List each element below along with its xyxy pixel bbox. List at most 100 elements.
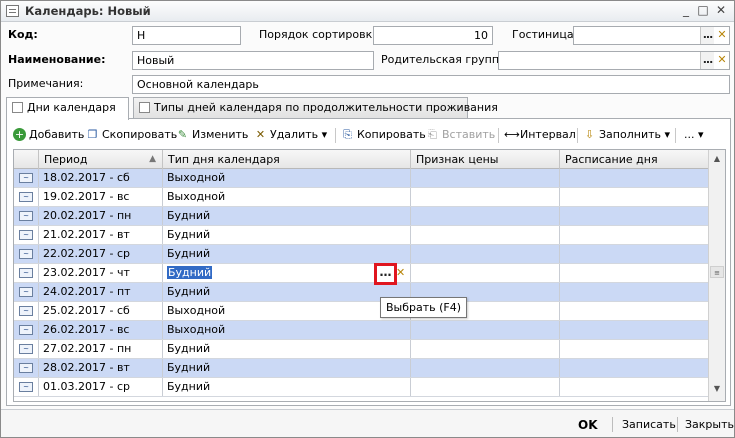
price-flag-cell[interactable] — [411, 378, 560, 396]
period-cell[interactable]: 28.02.2017 - вт — [39, 359, 163, 377]
table-row[interactable]: ~20.02.2017 - пн Будний — [14, 207, 709, 226]
delete-button[interactable]: ✕ Удалить ▾ — [253, 125, 327, 145]
hotel-clear-icon[interactable]: ✕ — [715, 27, 729, 44]
day-type-cell[interactable]: Будний — [163, 207, 411, 225]
tab-day-types[interactable]: Типы дней календаря по продолжительности… — [133, 97, 498, 119]
table-row[interactable]: ~19.02.2017 - вс Выходной — [14, 188, 709, 207]
header-day-schedule[interactable]: Расписание дня — [560, 150, 709, 169]
parent-group-select-button[interactable]: ... — [700, 52, 714, 69]
add-button[interactable]: + Добавить — [12, 125, 84, 145]
scroll-down-icon[interactable]: ▼ — [709, 381, 725, 397]
period-cell[interactable]: 21.02.2017 - вт — [39, 226, 163, 244]
day-schedule-cell[interactable] — [560, 302, 709, 320]
header-period[interactable]: Период ▲ — [39, 150, 163, 169]
day-schedule-cell[interactable] — [560, 207, 709, 225]
table-row[interactable]: ~26.02.2017 - вс Выходной — [14, 321, 709, 340]
table-row[interactable]: ~25.02.2017 - сб Выходной — [14, 302, 709, 321]
day-schedule-cell[interactable] — [560, 264, 709, 282]
fill-button[interactable]: ⇩ Заполнить ▾ — [582, 125, 670, 145]
day-type-cell[interactable]: Выходной — [163, 169, 411, 187]
calendar-days-panel: + Добавить ❐ Скопировать ✎ Изменить ✕ Удалит… — [6, 118, 731, 406]
table-row[interactable]: ~22.02.2017 - ср Будний — [14, 245, 709, 264]
notes-field[interactable]: Основной календарь — [132, 75, 730, 94]
table-row[interactable]: ~23.02.2017 - чт Будний — [14, 264, 709, 283]
day-schedule-cell[interactable] — [560, 340, 709, 358]
day-schedule-cell[interactable] — [560, 321, 709, 339]
day-schedule-cell[interactable] — [560, 359, 709, 377]
period-cell[interactable]: 18.02.2017 - сб — [39, 169, 163, 187]
row-icon-cell: ~ — [14, 188, 39, 206]
price-flag-cell[interactable] — [411, 169, 560, 187]
copy-button[interactable]: ⎘ Копировать — [340, 125, 426, 145]
price-flag-cell[interactable] — [411, 245, 560, 263]
clear-value-icon[interactable]: ✕ — [396, 265, 408, 281]
parent-group-field[interactable]: ... ✕ — [498, 51, 730, 70]
day-type-cell[interactable]: Выходной — [163, 188, 411, 206]
clipboard-copy-icon: ⎘ — [343, 128, 352, 141]
table-row[interactable]: ~01.03.2017 - ср Будний — [14, 378, 709, 397]
header-price-flag[interactable]: Признак цены — [411, 150, 560, 169]
price-flag-cell[interactable] — [411, 321, 560, 339]
period-cell[interactable]: 24.02.2017 - пт — [39, 283, 163, 301]
header-day-type[interactable]: Тип дня календаря — [163, 150, 411, 169]
paste-button[interactable]: ⎗ Вставить — [425, 125, 495, 145]
day-schedule-cell[interactable] — [560, 245, 709, 263]
maximize-button[interactable]: □ — [695, 3, 711, 19]
period-cell[interactable]: 20.02.2017 - пн — [39, 207, 163, 225]
sort-order-field[interactable]: 10 — [373, 26, 493, 45]
scroll-thumb-icon[interactable]: ≡ — [710, 266, 724, 278]
period-cell[interactable]: 27.02.2017 - пн — [39, 340, 163, 358]
day-type-cell[interactable]: Будний — [163, 283, 411, 301]
day-schedule-cell[interactable] — [560, 169, 709, 187]
day-type-cell[interactable]: Выходной — [163, 302, 411, 320]
day-schedule-cell[interactable] — [560, 226, 709, 244]
parent-group-clear-icon[interactable]: ✕ — [715, 52, 729, 69]
period-cell[interactable]: 23.02.2017 - чт — [39, 264, 163, 282]
period-cell[interactable]: 22.02.2017 - ср — [39, 245, 163, 263]
price-flag-cell[interactable] — [411, 264, 560, 282]
close-button[interactable]: Закрыть — [685, 416, 734, 434]
day-type-cell[interactable]: Будний — [163, 245, 411, 263]
close-window-button[interactable]: ✕ — [713, 3, 729, 19]
day-schedule-cell[interactable] — [560, 188, 709, 206]
price-flag-cell[interactable] — [411, 226, 560, 244]
period-cell[interactable]: 01.03.2017 - ср — [39, 378, 163, 396]
table-row[interactable]: ~24.02.2017 - пт Будний — [14, 283, 709, 302]
period-cell[interactable]: 25.02.2017 - сб — [39, 302, 163, 320]
period-cell[interactable]: 19.02.2017 - вс — [39, 188, 163, 206]
price-flag-cell[interactable] — [411, 340, 560, 358]
day-type-cell[interactable]: Будний — [163, 226, 411, 244]
edit-button[interactable]: ✎ Изменить — [175, 125, 248, 145]
day-type-cell[interactable]: Будний — [163, 359, 411, 377]
tab-calendar-days[interactable]: Дни календаря — [6, 97, 129, 120]
hotel-field[interactable]: ... ✕ — [573, 26, 730, 45]
vertical-scrollbar[interactable]: ▲ ≡ ▼ — [708, 150, 725, 401]
table-row[interactable]: ~18.02.2017 - сб Выходной — [14, 169, 709, 188]
record-icon: ~ — [19, 192, 33, 202]
day-schedule-cell[interactable] — [560, 283, 709, 301]
day-type-cell[interactable]: Будний — [163, 340, 411, 358]
scroll-up-icon[interactable]: ▲ — [709, 151, 725, 167]
price-flag-cell[interactable] — [411, 207, 560, 225]
save-button[interactable]: Записать — [622, 416, 676, 434]
select-value-button[interactable]: … — [374, 263, 397, 285]
table-row[interactable]: ~21.02.2017 - вт Будний — [14, 226, 709, 245]
day-type-cell[interactable]: Выходной — [163, 321, 411, 339]
day-schedule-cell[interactable] — [560, 378, 709, 396]
interval-button[interactable]: ⟷ Интервал — [503, 125, 576, 145]
minimize-button[interactable]: _ — [678, 3, 694, 19]
hotel-select-button[interactable]: ... — [700, 27, 714, 44]
price-flag-cell[interactable] — [411, 188, 560, 206]
day-type-cell[interactable]: Будний — [163, 378, 411, 396]
table-row[interactable]: ~27.02.2017 - пн Будний — [14, 340, 709, 359]
duplicate-button[interactable]: ❐ Скопировать — [85, 125, 178, 145]
price-flag-cell[interactable] — [411, 359, 560, 377]
name-field[interactable]: Новый — [132, 51, 374, 70]
table-row[interactable]: ~28.02.2017 - вт Будний — [14, 359, 709, 378]
record-icon: ~ — [19, 211, 33, 221]
code-field[interactable]: Н — [132, 26, 241, 45]
row-icon-cell: ~ — [14, 264, 39, 282]
ok-button[interactable]: OK — [578, 416, 598, 434]
more-actions-button[interactable]: ... ▾ — [680, 125, 704, 145]
period-cell[interactable]: 26.02.2017 - вс — [39, 321, 163, 339]
